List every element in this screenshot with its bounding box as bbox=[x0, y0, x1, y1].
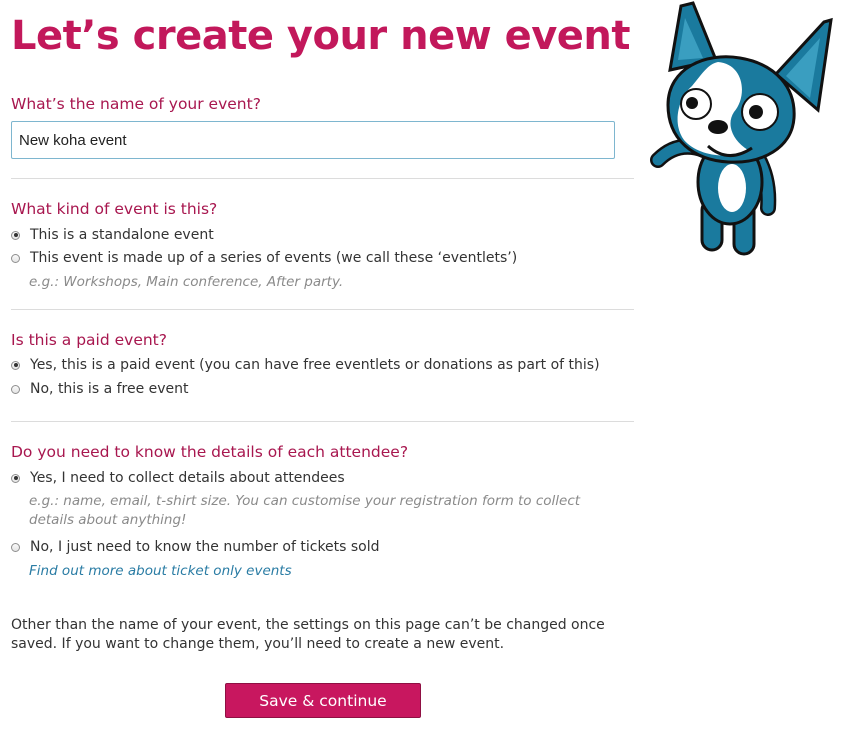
attendee-details-hint: e.g.: name, email, t-shirt size. You can… bbox=[29, 493, 581, 528]
paid-event-question: Is this a paid event? bbox=[11, 331, 167, 349]
standalone-event-radio[interactable] bbox=[11, 230, 20, 240]
option-label: Yes, this is a paid event (you can have … bbox=[30, 357, 600, 373]
section-divider bbox=[11, 309, 634, 310]
paid-event-yes-radio[interactable] bbox=[11, 360, 20, 370]
attendee-details-question: Do you need to know the details of each … bbox=[11, 443, 409, 461]
paid-event-no-radio[interactable] bbox=[11, 384, 20, 394]
dog-mascot-icon bbox=[650, 1, 833, 256]
event-name-question: What’s the name of your event? bbox=[11, 95, 261, 113]
section-divider bbox=[11, 421, 634, 422]
option-label: This is a standalone event bbox=[30, 227, 214, 243]
paid-event-no-option[interactable]: No, this is a free event bbox=[11, 380, 189, 398]
save-continue-button[interactable]: Save & continue bbox=[225, 683, 421, 718]
event-kind-question: What kind of event is this? bbox=[11, 200, 218, 218]
option-label: No, this is a free event bbox=[30, 381, 189, 397]
collect-details-option[interactable]: Yes, I need to collect details about att… bbox=[11, 469, 345, 487]
series-event-radio[interactable] bbox=[11, 253, 20, 263]
ticket-only-events-link[interactable]: Find out more about ticket only events bbox=[29, 563, 292, 579]
option-label: This event is made up of a series of eve… bbox=[30, 250, 518, 266]
page-title: Let’s create your new event bbox=[11, 13, 631, 59]
tickets-only-radio[interactable] bbox=[11, 542, 20, 552]
event-kind-hint: e.g.: Workshops, Main conference, After … bbox=[29, 274, 344, 290]
settings-note: Other than the name of your event, the s… bbox=[11, 617, 605, 652]
paid-event-yes-option[interactable]: Yes, this is a paid event (you can have … bbox=[11, 356, 600, 374]
standalone-event-option[interactable]: This is a standalone event bbox=[11, 226, 214, 244]
tickets-only-option[interactable]: No, I just need to know the number of ti… bbox=[11, 538, 380, 556]
series-event-option[interactable]: This event is made up of a series of eve… bbox=[11, 249, 517, 267]
option-label: Yes, I need to collect details about att… bbox=[30, 470, 345, 486]
event-name-input[interactable] bbox=[11, 121, 615, 159]
option-label: No, I just need to know the number of ti… bbox=[30, 539, 380, 555]
section-divider bbox=[11, 178, 634, 179]
collect-details-radio[interactable] bbox=[11, 473, 20, 483]
